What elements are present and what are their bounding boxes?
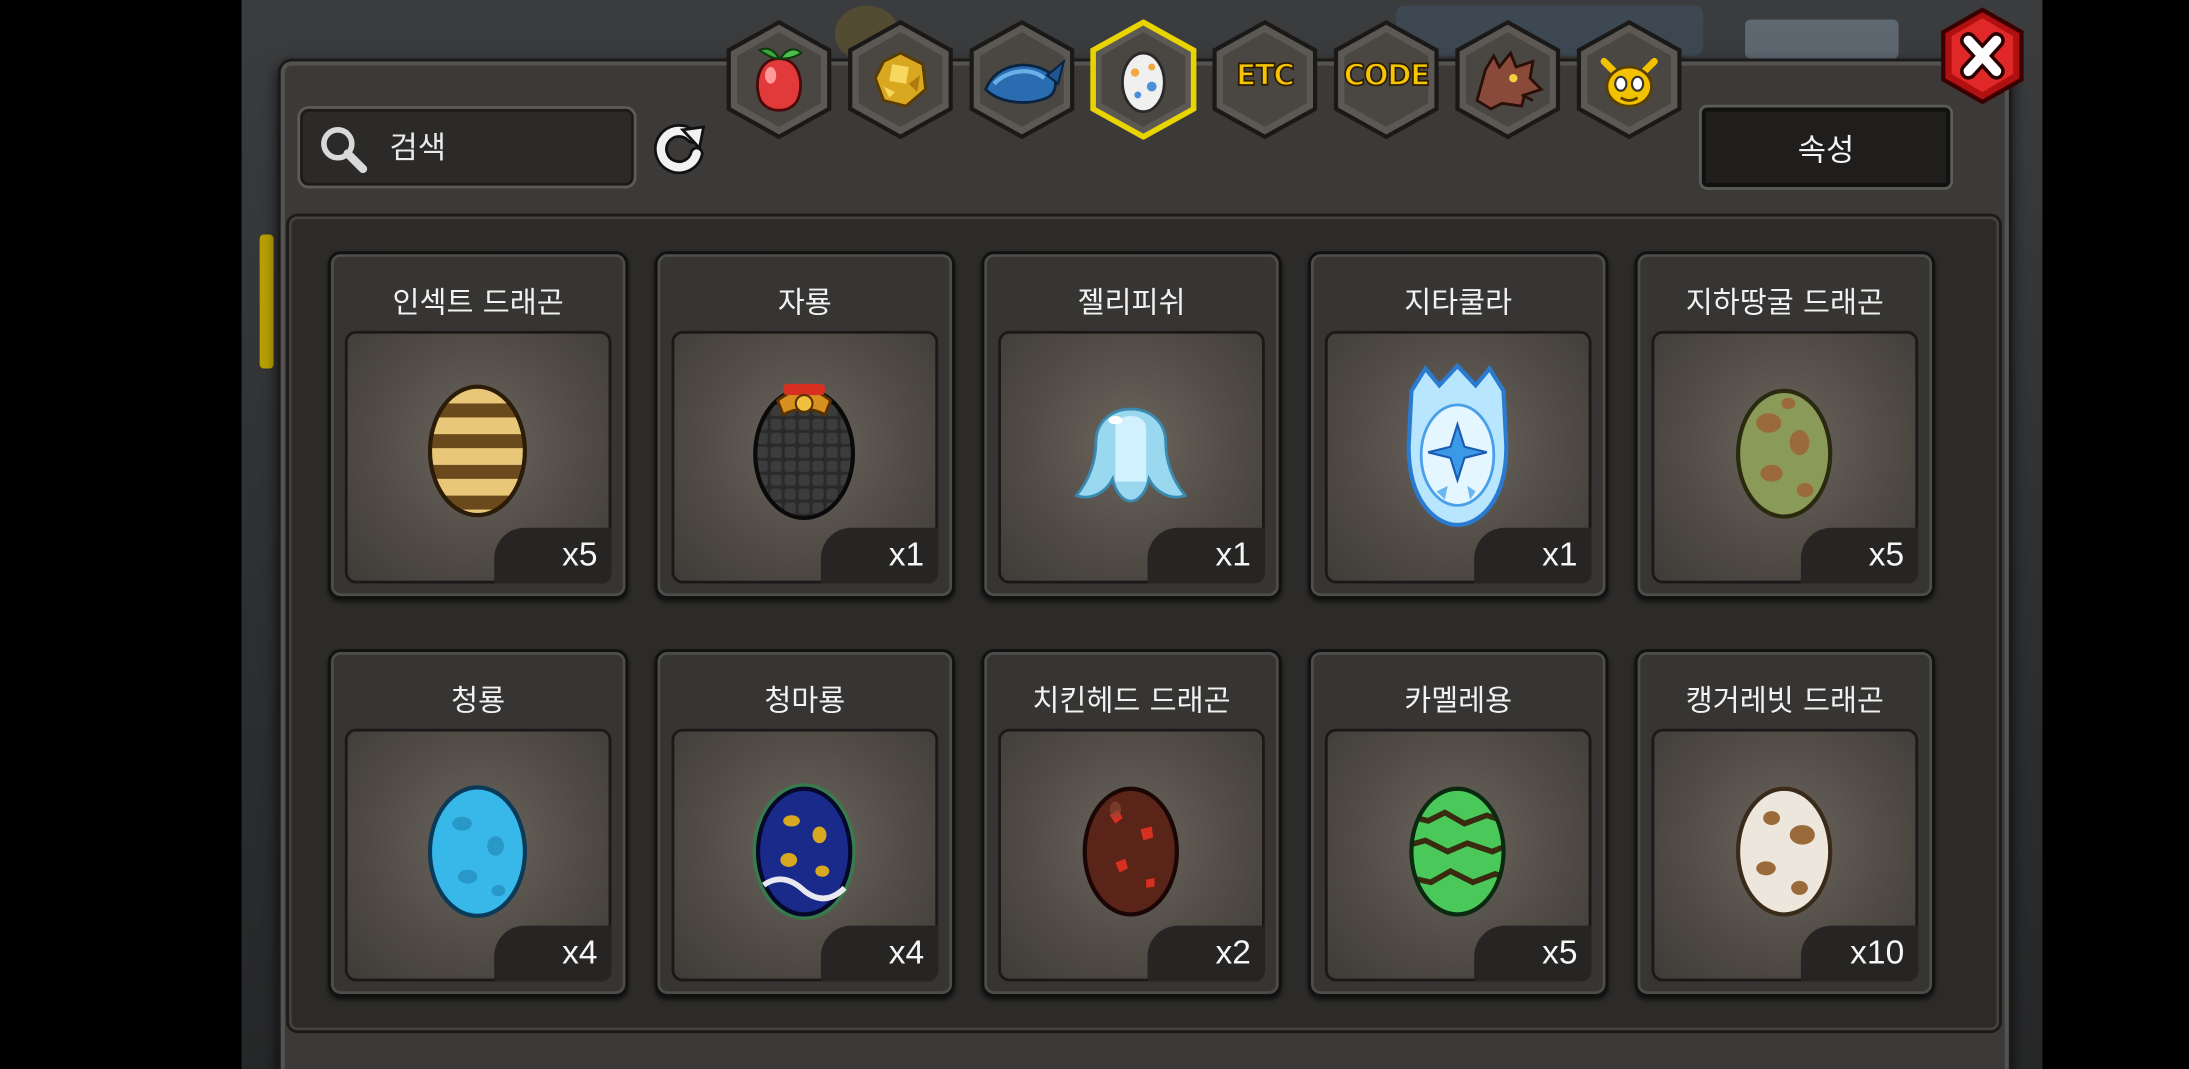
item-name: 치킨헤드 드래곤 [1032,684,1231,718]
background-hud-badge [1745,19,1899,59]
search-input[interactable] [386,122,623,174]
item-frame: x4 [671,728,939,982]
item-name: 캥거레빗 드래곤 [1685,684,1884,718]
tab-fish[interactable] [966,19,1078,140]
item-quantity: x5 [494,527,612,584]
tab-fruit[interactable] [723,19,835,140]
item-quantity: x4 [494,925,612,982]
gold-ore-icon [873,51,928,108]
item-card[interactable]: 지타쿨라 x1 [1308,251,1609,599]
item-name: 지하땅굴 드래곤 [1685,286,1884,320]
close-icon[interactable] [1938,7,2027,105]
item-card[interactable]: 자룡 x1 [654,251,955,599]
background-highlight [259,234,274,369]
item-name: 젤리피쉬 [1077,286,1186,320]
dragon-head-icon [1475,50,1544,111]
light-blue-egg-icon [427,785,528,918]
tab-etc-label: ETC [1235,58,1295,93]
horned-mask-icon [1600,57,1658,108]
tab-gold-ore[interactable] [845,19,957,140]
item-frame: x5 [1324,728,1592,982]
fruit-icon [756,47,803,112]
white-spotted-egg-icon [1735,786,1833,917]
striped-brown-egg-icon [427,384,528,518]
item-frame: x1 [671,330,939,584]
item-card[interactable]: 카멜레용 x5 [1308,649,1609,997]
item-name: 청룡 [451,684,506,718]
ice-crystal-egg-icon [1406,362,1509,528]
red-brown-egg-icon [1082,786,1179,917]
tab-code[interactable]: CODE [1330,19,1442,140]
item-quantity: x5 [1474,925,1592,982]
item-card[interactable]: 청룡 x4 [328,649,629,997]
dark-blue-egg-icon [752,783,856,920]
item-frame: x1 [1324,330,1592,584]
attribute-button[interactable]: 속성 [1698,104,1954,190]
item-quantity: x1 [1147,527,1265,584]
item-card[interactable]: 치킨헤드 드래곤 x2 [981,649,1282,997]
blue-fish-icon [983,58,1066,104]
item-name: 카멜레용 [1404,684,1513,718]
jellyfish-egg-icon [1073,407,1188,503]
item-frame: x5 [344,330,612,584]
black-scaled-egg-icon [753,383,856,521]
item-name: 인섹트 드래곤 [392,286,564,320]
green-spotted-egg-icon [1735,388,1833,519]
item-frame: x1 [998,330,1265,584]
green-striped-egg-icon [1409,786,1506,917]
item-frame: x5 [1651,330,1919,584]
item-card[interactable]: 젤리피쉬 x1 [981,251,1282,599]
item-name: 지타쿨라 [1404,286,1513,320]
search-icon [321,127,368,174]
item-card[interactable]: 인섹트 드래곤 x5 [328,251,629,599]
item-frame: x10 [1651,728,1919,982]
item-quantity: x2 [1147,925,1265,982]
item-name: 청마룡 [764,684,846,718]
item-quantity: x1 [1474,527,1592,584]
item-frame: x2 [998,728,1265,982]
item-frame: x4 [344,728,612,982]
item-quantity: x4 [820,925,939,982]
search-box[interactable] [297,106,637,189]
tab-dragon[interactable] [1452,19,1564,140]
egg-icon [1121,51,1166,114]
item-card[interactable]: 지하땅굴 드래곤 x5 [1634,251,1935,599]
tab-etc[interactable]: ETC [1209,19,1321,140]
item-name: 자룡 [777,286,832,320]
refresh-icon[interactable] [648,117,709,178]
tab-egg[interactable] [1088,19,1200,140]
item-card[interactable]: 캥거레빗 드래곤 x10 [1634,649,1935,997]
tab-code-label: CODE [1343,58,1431,93]
item-quantity: x1 [820,527,939,584]
item-card[interactable]: 청마룡 x4 [654,649,955,997]
item-quantity: x5 [1800,527,1919,584]
item-quantity: x10 [1800,925,1919,982]
tab-mask[interactable] [1573,19,1685,140]
